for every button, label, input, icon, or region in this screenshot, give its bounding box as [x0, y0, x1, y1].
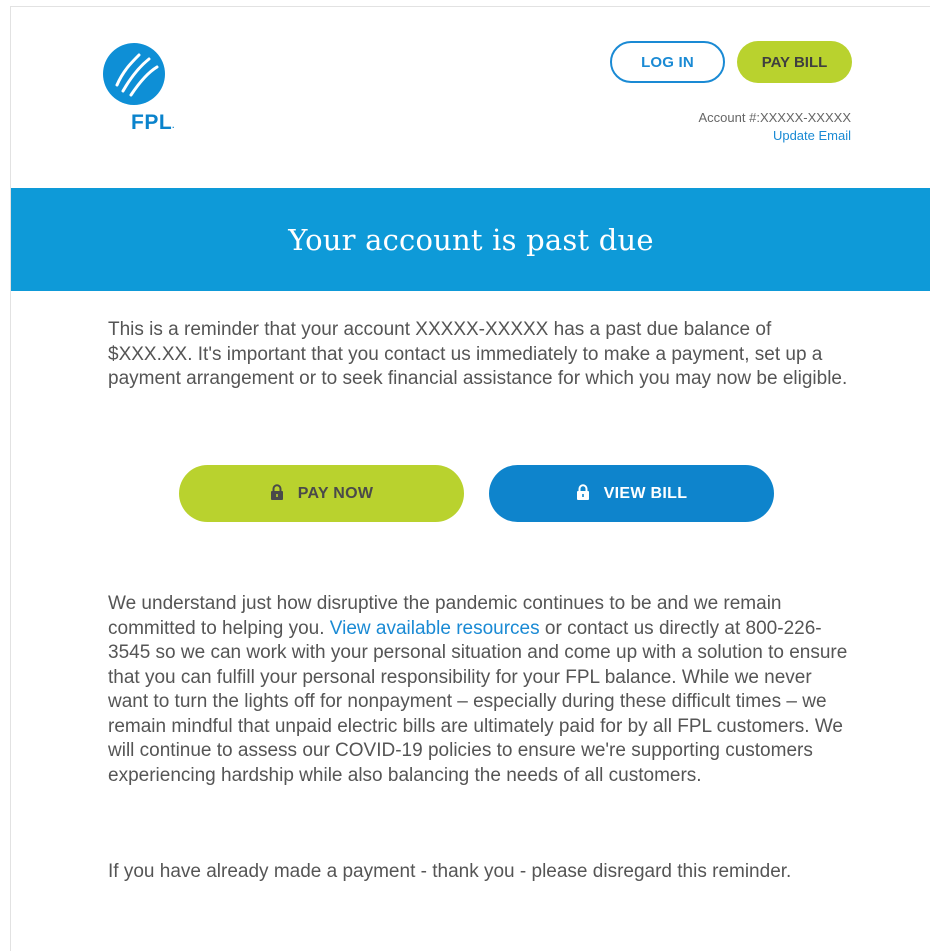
view-bill-label: VIEW BILL — [603, 484, 688, 502]
past-due-banner: Your account is past due — [11, 188, 930, 291]
email-frame: FPL. LOG IN PAY BILL Account #:XXXXX-XXX… — [10, 6, 930, 951]
lock-icon — [576, 484, 589, 500]
logo-text: FPL. — [131, 111, 175, 134]
account-number: Account #:XXXXX-XXXXX — [699, 110, 851, 125]
fpl-logo-icon — [103, 43, 165, 105]
reminder-text: This is a reminder that your account XXX… — [108, 319, 848, 389]
disregard-text: If you have already made a payment - tha… — [108, 861, 792, 882]
pandemic-text: We understand just how disruptive the pa… — [108, 592, 848, 788]
page-title: Your account is past due — [288, 222, 654, 257]
lock-icon — [270, 484, 283, 500]
login-button[interactable]: LOG IN — [610, 41, 725, 83]
account-value: XXXXX-XXXXX — [759, 110, 851, 125]
pay-now-label: PAY NOW — [297, 484, 374, 502]
pandemic-text-end: or contact us directly at 800-226-3545 s… — [108, 617, 848, 786]
pay-now-button[interactable]: PAY NOW — [179, 465, 464, 522]
view-bill-button[interactable]: VIEW BILL — [489, 465, 774, 522]
account-label: Account #: — [698, 110, 760, 125]
view-resources-link[interactable]: View available resources — [330, 618, 540, 639]
update-email-link[interactable]: Update Email — [773, 128, 851, 143]
pay-bill-button[interactable]: PAY BILL — [737, 41, 852, 83]
fpl-logo[interactable]: FPL. — [101, 41, 211, 141]
